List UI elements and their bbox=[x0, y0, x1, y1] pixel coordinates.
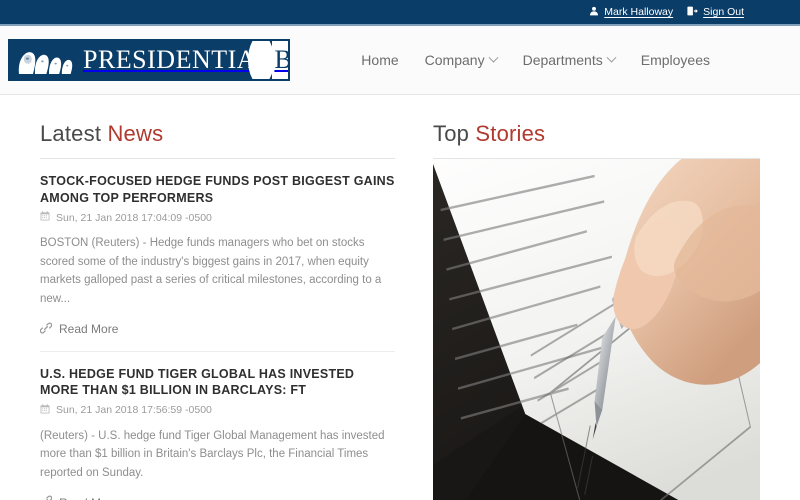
article-meta: Sun, 21 Jan 2018 17:04:09 -0500 bbox=[40, 211, 395, 224]
calendar-icon bbox=[40, 403, 50, 417]
heading-word-primary: Latest bbox=[40, 121, 102, 146]
site-header: PRESIDENTIAL BANK Home Company Departmen… bbox=[0, 26, 800, 95]
sign-out-label: Sign Out bbox=[703, 5, 744, 18]
hand-signing-document-photo bbox=[433, 159, 760, 500]
link-chain-icon bbox=[40, 495, 53, 500]
mount-rushmore-icon bbox=[10, 41, 79, 79]
main-navigation: Home Company Departments Employees bbox=[361, 52, 710, 68]
article-date: Sun, 21 Jan 2018 17:04:09 -0500 bbox=[56, 211, 212, 224]
nav-item-label: Company bbox=[424, 52, 485, 68]
top-stories-section: Top Stories bbox=[433, 95, 760, 500]
user-icon bbox=[589, 6, 599, 19]
news-article: U.S. HEDGE FUND TIGER GLOBAL HAS INVESTE… bbox=[40, 350, 395, 500]
heading-word-accent: News bbox=[107, 121, 164, 146]
user-name-label: Mark Halloway bbox=[604, 5, 674, 18]
nav-item-employees[interactable]: Employees bbox=[641, 52, 710, 68]
employee-handbook-feature-image[interactable]: Employee Handbook bbox=[433, 159, 760, 500]
heading-word-accent: Stories bbox=[475, 121, 546, 146]
nav-item-company[interactable]: Company bbox=[424, 52, 499, 68]
chevron-down-icon bbox=[606, 52, 617, 63]
latest-news-section: Latest News STOCK-FOCUSED HEDGE FUNDS PO… bbox=[39, 95, 395, 500]
latest-news-heading: Latest News bbox=[40, 95, 395, 147]
logo-word-presidential: PRESIDENTIAL bbox=[79, 41, 273, 79]
nav-item-home[interactable]: Home bbox=[361, 52, 398, 68]
sign-out-link[interactable]: Sign Out bbox=[687, 6, 744, 19]
read-more-link[interactable]: Read More bbox=[39, 322, 119, 337]
nav-item-label: Employees bbox=[640, 52, 710, 68]
chevron-down-icon bbox=[488, 52, 499, 63]
read-more-label: Read More bbox=[59, 322, 119, 336]
link-chain-icon bbox=[39, 322, 53, 337]
sign-out-icon bbox=[687, 6, 698, 19]
nav-item-label: Departments bbox=[522, 52, 603, 68]
read-more-label: Read More bbox=[59, 496, 118, 500]
logo-word-bank: BANK bbox=[272, 41, 288, 79]
article-date: Sun, 21 Jan 2018 17:56:59 -0500 bbox=[56, 404, 212, 416]
nav-item-label: Home bbox=[361, 52, 399, 68]
site-logo[interactable]: PRESIDENTIAL BANK bbox=[8, 39, 290, 81]
utility-bar: Mark Halloway Sign Out bbox=[0, 0, 800, 24]
article-excerpt: (Reuters) - U.S. hedge fund Tiger Global… bbox=[40, 429, 385, 479]
read-more-link[interactable]: Read More bbox=[40, 495, 118, 500]
heading-word-primary: Top bbox=[433, 121, 470, 146]
nav-item-departments[interactable]: Departments bbox=[522, 52, 617, 68]
article-title-link[interactable]: U.S. HEDGE FUND TIGER GLOBAL HAS INVESTE… bbox=[40, 366, 395, 399]
user-account-link[interactable]: Mark Halloway bbox=[589, 6, 673, 19]
article-title-link[interactable]: STOCK-FOCUSED HEDGE FUNDS POST BIGGEST G… bbox=[40, 173, 395, 206]
article-excerpt: BOSTON (Reuters) - Hedge funds managers … bbox=[40, 237, 382, 305]
calendar-icon bbox=[40, 211, 50, 224]
article-meta: Sun, 21 Jan 2018 17:56:59 -0500 bbox=[40, 403, 395, 417]
page-content: Latest News STOCK-FOCUSED HEDGE FUNDS PO… bbox=[0, 95, 800, 500]
top-stories-heading: Top Stories bbox=[433, 95, 760, 147]
news-article: STOCK-FOCUSED HEDGE FUNDS POST BIGGEST G… bbox=[39, 159, 395, 337]
